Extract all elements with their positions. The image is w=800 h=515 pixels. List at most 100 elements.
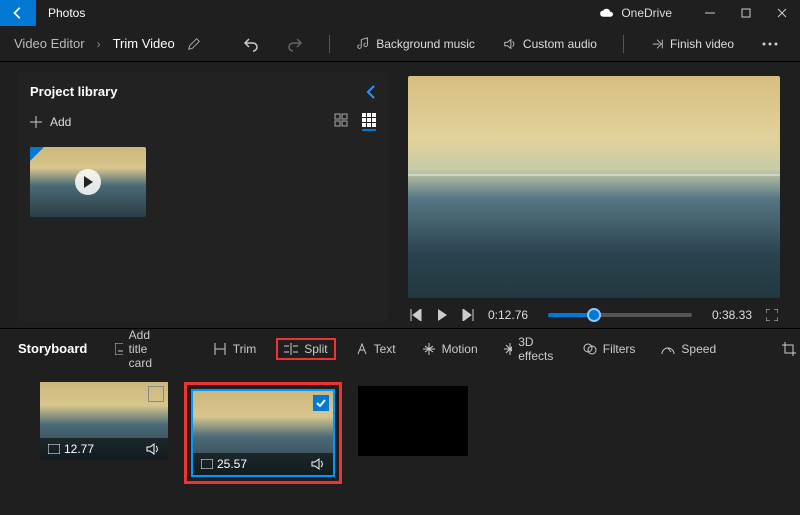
text-icon — [356, 343, 368, 355]
custom-audio-label: Custom audio — [523, 37, 597, 51]
chevron-right-icon: › — [97, 37, 101, 51]
close-button[interactable] — [764, 0, 800, 26]
player-controls: 0:12.76 0:38.33 — [408, 298, 780, 322]
back-button[interactable] — [0, 0, 36, 26]
breadcrumb-toolbar: Video Editor › Trim Video Background mus… — [0, 26, 800, 62]
play-icon — [436, 309, 448, 321]
add-title-card-label: Add title card — [129, 328, 161, 370]
fullscreen-button[interactable] — [766, 309, 778, 321]
arrow-left-icon — [11, 6, 25, 20]
view-large-button[interactable] — [334, 113, 348, 131]
used-indicator-icon — [30, 147, 44, 161]
project-library-panel: Project library Add — [18, 72, 388, 322]
breadcrumb-current[interactable]: Trim Video — [113, 36, 175, 51]
clip-checkbox[interactable] — [313, 395, 329, 411]
app-title: Photos — [48, 6, 85, 20]
motion-button[interactable]: Motion — [416, 338, 484, 360]
minimize-button[interactable] — [692, 0, 728, 26]
play-button[interactable] — [436, 309, 448, 321]
trim-button[interactable]: Trim — [207, 338, 263, 360]
main-area: Project library Add — [0, 62, 800, 322]
seek-slider[interactable] — [548, 313, 692, 317]
sparkle-icon — [504, 343, 513, 355]
speed-icon — [661, 343, 675, 355]
title-card-icon — [115, 343, 122, 355]
filters-button[interactable]: Filters — [577, 338, 642, 360]
resize-button[interactable] — [776, 338, 800, 360]
duration-icon — [48, 444, 60, 454]
maximize-icon — [741, 8, 751, 18]
clip-duration: 12.77 — [64, 442, 94, 456]
play-overlay-icon — [75, 169, 101, 195]
ellipsis-icon — [762, 42, 778, 46]
grid-small-icon — [362, 113, 376, 127]
close-icon — [777, 8, 787, 18]
export-icon — [650, 37, 664, 51]
redo-button[interactable] — [279, 32, 311, 56]
storyboard-empty-clip[interactable] — [358, 386, 468, 456]
fullscreen-icon — [766, 309, 778, 321]
grid-large-icon — [334, 113, 348, 127]
finish-video-button[interactable]: Finish video — [642, 33, 742, 55]
3d-effects-button[interactable]: 3D effects — [498, 331, 563, 367]
storyboard-track: 12.77 25.57 — [0, 368, 800, 484]
edit-title-button[interactable] — [187, 37, 201, 51]
speed-button[interactable]: Speed — [655, 338, 722, 360]
motion-label: Motion — [442, 342, 478, 356]
add-title-card-button[interactable]: Add title card — [109, 324, 166, 374]
prev-frame-button[interactable] — [410, 309, 422, 321]
text-button[interactable]: Text — [350, 338, 402, 360]
chevron-left-icon — [366, 85, 376, 99]
video-preview[interactable] — [408, 76, 780, 298]
motion-icon — [422, 343, 436, 355]
background-music-button[interactable]: Background music — [348, 33, 483, 55]
preview-panel: 0:12.76 0:38.33 — [388, 62, 800, 322]
cloud-icon — [599, 8, 615, 18]
music-note-icon — [356, 37, 370, 51]
volume-icon[interactable] — [146, 443, 160, 455]
storyboard-clip-selected-highlight: 25.57 — [184, 382, 342, 484]
skip-forward-icon — [462, 309, 474, 321]
text-label: Text — [374, 342, 396, 356]
maximize-button[interactable] — [728, 0, 764, 26]
title-bar: Photos OneDrive — [0, 0, 800, 26]
onedrive-label: OneDrive — [621, 6, 672, 20]
next-frame-button[interactable] — [462, 309, 474, 321]
breadcrumb-root[interactable]: Video Editor — [14, 36, 85, 51]
collapse-library-button[interactable] — [366, 85, 376, 99]
minimize-icon — [705, 8, 715, 18]
filters-icon — [583, 343, 597, 355]
add-media-label: Add — [50, 115, 71, 129]
redo-icon — [287, 36, 303, 52]
custom-audio-button[interactable]: Custom audio — [495, 33, 605, 55]
current-time: 0:12.76 — [488, 308, 528, 322]
finish-video-label: Finish video — [670, 37, 734, 51]
trim-icon — [213, 343, 227, 355]
undo-icon — [243, 36, 259, 52]
divider — [329, 35, 330, 53]
onedrive-status[interactable]: OneDrive — [599, 6, 672, 20]
storyboard-title: Storyboard — [18, 341, 87, 356]
skip-back-icon — [410, 309, 422, 321]
storyboard-clip[interactable]: 12.77 — [40, 382, 168, 460]
trim-label: Trim — [233, 342, 257, 356]
volume-icon[interactable] — [311, 458, 325, 470]
crop-icon — [782, 342, 796, 356]
clip-duration: 25.57 — [217, 457, 247, 471]
speaker-icon — [503, 37, 517, 51]
add-media-button[interactable]: Add — [30, 115, 71, 129]
library-clip-thumbnail[interactable] — [30, 147, 146, 217]
pencil-icon — [187, 37, 201, 51]
view-small-button[interactable] — [362, 113, 376, 131]
filters-label: Filters — [603, 342, 636, 356]
3d-effects-label: 3D effects — [518, 335, 557, 363]
project-library-title: Project library — [30, 84, 117, 99]
undo-button[interactable] — [235, 32, 267, 56]
clip-checkbox[interactable] — [148, 386, 164, 402]
check-icon — [316, 399, 326, 407]
duration-icon — [201, 459, 213, 469]
storyboard-clip[interactable]: 25.57 — [193, 391, 333, 475]
divider — [623, 35, 624, 53]
split-button[interactable]: Split — [276, 338, 335, 360]
more-button[interactable] — [754, 38, 786, 50]
